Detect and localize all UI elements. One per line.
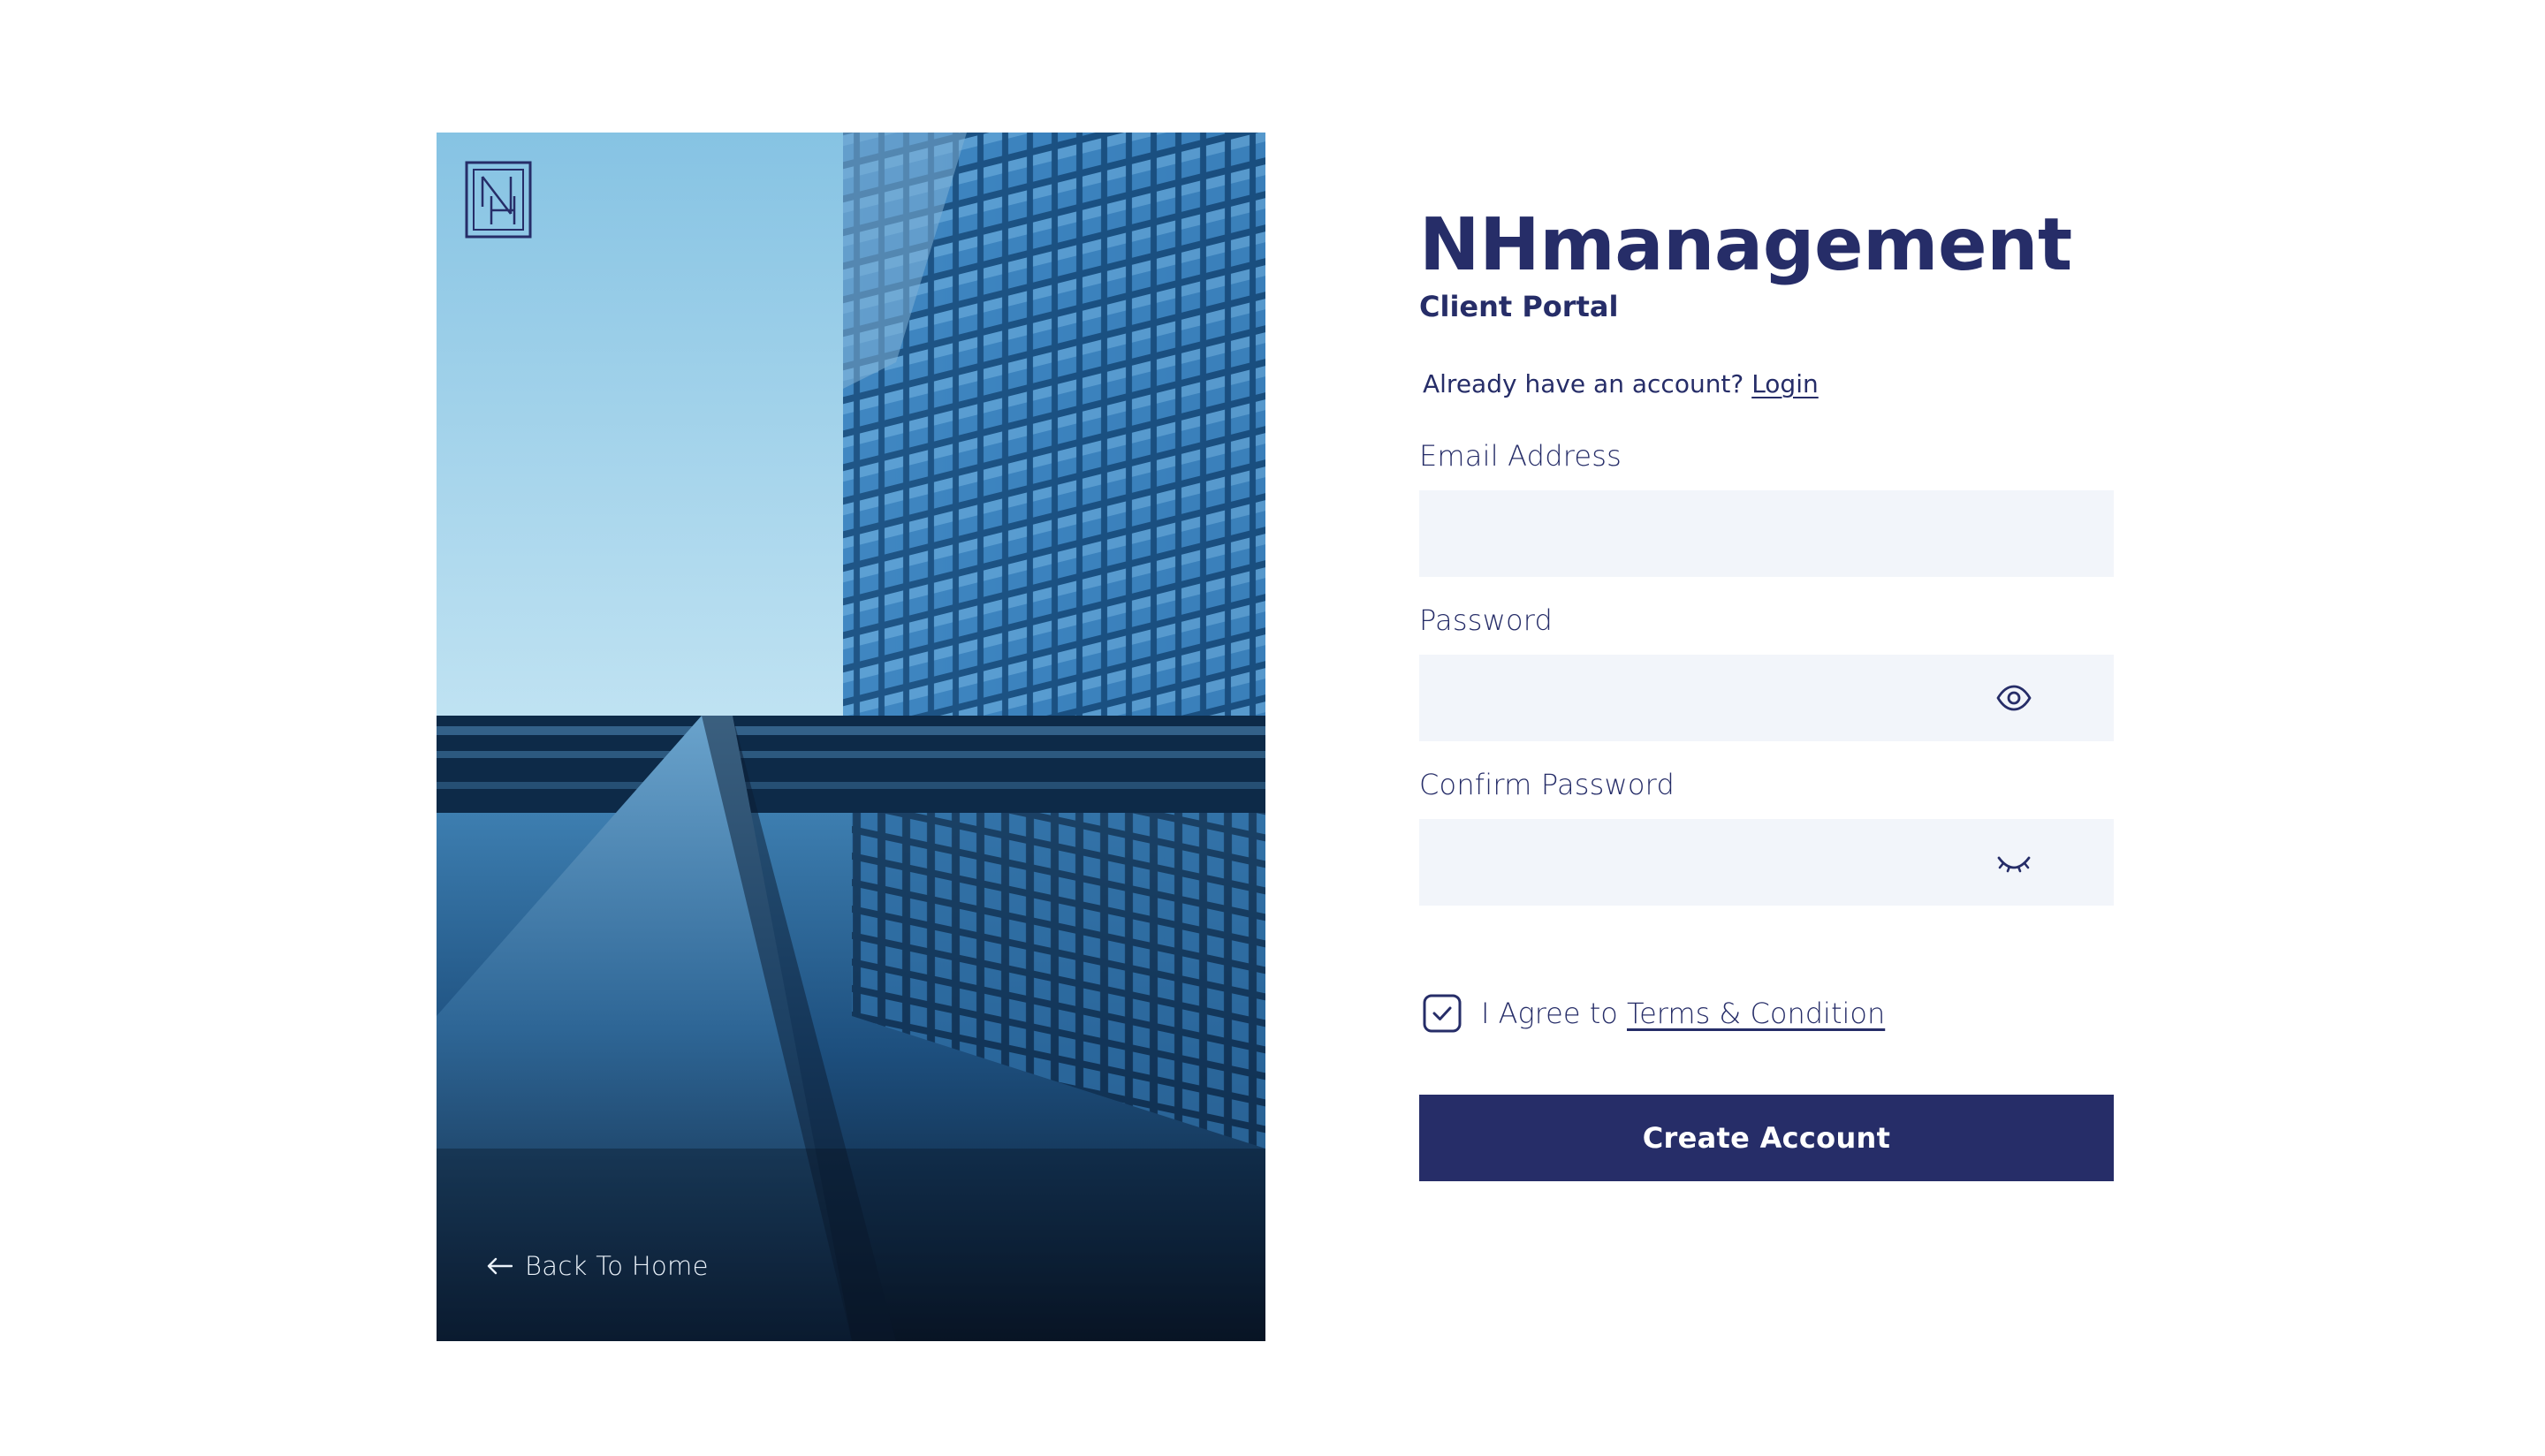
confirm-password-field-container (1419, 819, 2114, 906)
terms-link[interactable]: Terms & Condition (1627, 997, 1885, 1030)
eye-icon[interactable] (1995, 683, 2032, 713)
create-account-button[interactable]: Create Account (1419, 1095, 2114, 1181)
email-label: Email Address (1419, 439, 1622, 473)
brand-title: NHmanagement (1419, 203, 2072, 287)
terms-agreement: I Agree to Terms & Condition (1419, 994, 2114, 1033)
arrow-left-icon (487, 1257, 513, 1275)
agree-text: I Agree to (1481, 997, 1618, 1030)
login-prompt-text: Already have an account? (1423, 369, 1744, 398)
confirm-password-label: Confirm Password (1419, 768, 1675, 801)
email-field-container (1419, 490, 2114, 577)
password-field-container (1419, 655, 2114, 741)
eye-closed-icon[interactable] (1995, 847, 2032, 877)
checkbox-checked-icon (1423, 994, 1462, 1033)
signup-page: Back To Home NHmanagement Client Portal … (0, 0, 2545, 1456)
nh-monogram-icon (465, 161, 532, 239)
password-label: Password (1419, 603, 1554, 637)
terms-checkbox[interactable] (1423, 994, 1462, 1033)
login-prompt: Already have an account? Login (1423, 369, 2114, 398)
back-to-home-link[interactable]: Back To Home (486, 1251, 709, 1281)
email-field[interactable] (1419, 490, 2114, 577)
signup-form: NHmanagement Client Portal Already have … (1419, 203, 2114, 1181)
login-link[interactable]: Login (1751, 369, 1819, 398)
hero-image-panel: Back To Home (437, 133, 1265, 1341)
nh-logo[interactable] (465, 161, 532, 239)
portal-subtitle: Client Portal (1419, 290, 1619, 323)
building-photo (437, 133, 1265, 1341)
back-to-home-label: Back To Home (525, 1251, 709, 1281)
